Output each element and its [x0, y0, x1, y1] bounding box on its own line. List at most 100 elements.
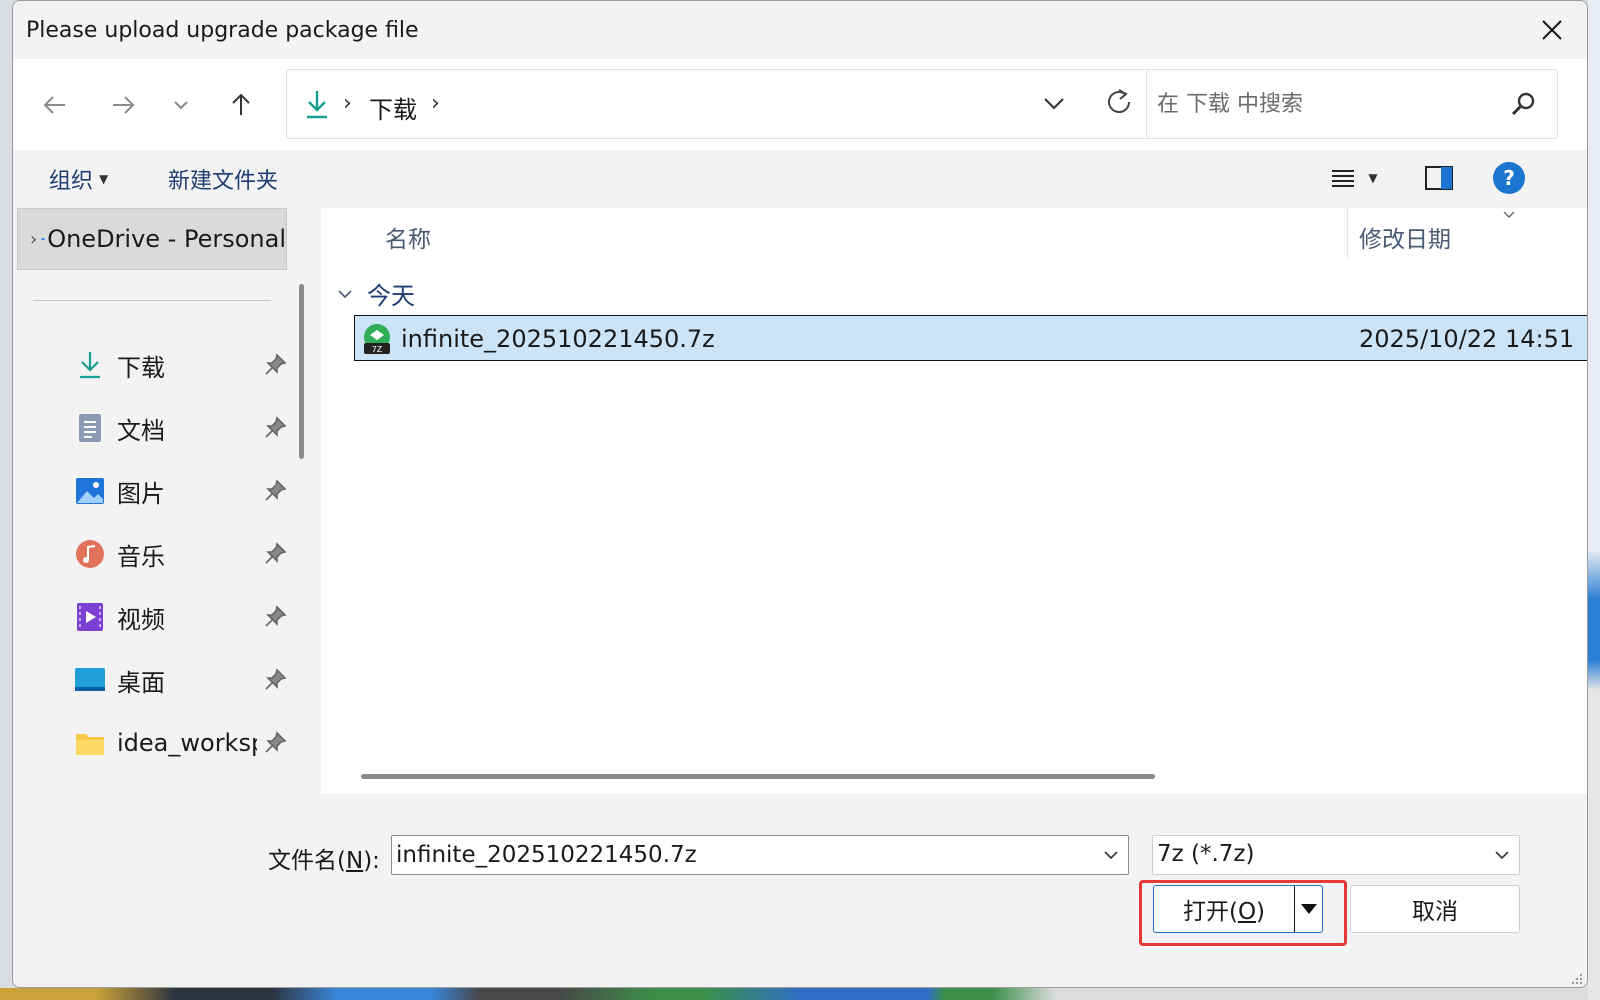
file-name: infinite_202510221450.7z: [401, 325, 715, 353]
close-icon: [1542, 20, 1562, 40]
sidebar-divider: [33, 300, 271, 301]
recent-locations-button[interactable]: [159, 83, 203, 127]
music-icon: [73, 537, 107, 571]
taskbar-background: [0, 988, 1600, 1000]
sidebar-item-videos[interactable]: 视频: [73, 592, 287, 642]
address-history-dropdown-icon[interactable]: [1039, 88, 1069, 118]
title-bar: Please upload upgrade package file: [13, 1, 1587, 59]
pin-icon[interactable]: [263, 542, 287, 566]
group-header-today[interactable]: 今天: [335, 276, 415, 311]
caret-down-icon: ▼: [1368, 171, 1378, 185]
breadcrumb-separator[interactable]: ›: [343, 91, 352, 116]
preview-pane-button[interactable]: [1421, 160, 1457, 196]
sidebar-item-label: idea_workspace: [117, 729, 257, 757]
search-box[interactable]: [1146, 69, 1558, 139]
sidebar-item-downloads[interactable]: 下载: [73, 340, 287, 390]
pin-icon[interactable]: [263, 668, 287, 692]
chevron-down-icon[interactable]: [1102, 846, 1120, 864]
sidebar-item-label: 下载: [117, 353, 165, 382]
breadcrumb-separator[interactable]: ›: [431, 91, 440, 116]
column-header-date-modified[interactable]: 修改日期: [1359, 220, 1451, 254]
preview-pane-icon: [1425, 166, 1453, 190]
folder-icon: [73, 726, 107, 760]
caret-down-icon: ▼: [99, 172, 109, 186]
sidebar-item-label: 桌面: [117, 668, 165, 697]
svg-text:7Z: 7Z: [372, 345, 383, 354]
sidebar-item-music[interactable]: 音乐: [73, 529, 287, 579]
group-label: 今天: [367, 282, 415, 310]
forward-button[interactable]: [101, 83, 145, 127]
organize-menu-button[interactable]: 组织 ▼: [49, 163, 108, 195]
document-icon: [73, 411, 107, 445]
column-divider[interactable]: [1347, 208, 1348, 258]
sidebar-item-onedrive[interactable]: › OneDrive - Personal: [17, 208, 287, 270]
address-bar[interactable]: › 下载 ›: [286, 69, 1156, 139]
pin-icon[interactable]: [263, 605, 287, 629]
breadcrumb-downloads[interactable]: 下载: [369, 90, 417, 125]
column-header-name[interactable]: 名称: [385, 220, 431, 254]
pin-icon[interactable]: [263, 416, 287, 440]
sidebar-item-folder-partial[interactable]: [73, 781, 287, 794]
search-icon[interactable]: [1509, 90, 1537, 118]
video-icon: [73, 600, 107, 634]
up-button[interactable]: [219, 83, 263, 127]
sort-chevron-icon: [1503, 211, 1515, 218]
sidebar-item-pictures[interactable]: 图片: [73, 466, 287, 516]
dialog-footer: 文件名(N): 7z (*.7z) 打开(O) 取消: [13, 794, 1587, 987]
download-icon: [73, 348, 107, 382]
caret-down-icon: [1300, 904, 1317, 914]
file-type-select[interactable]: 7z (*.7z): [1152, 835, 1520, 875]
file-modified-date: 2025/10/22 14:51: [1359, 325, 1575, 353]
list-view-icon: [1332, 170, 1354, 187]
open-options-dropdown[interactable]: [1295, 903, 1322, 915]
sidebar-item-label: 文档: [117, 416, 165, 445]
resize-grip-icon[interactable]: [1569, 971, 1583, 985]
horizontal-scrollbar[interactable]: [361, 774, 1155, 779]
sidebar-item-documents[interactable]: 文档: [73, 403, 287, 453]
close-button[interactable]: [1517, 1, 1587, 59]
pin-icon[interactable]: [263, 353, 287, 377]
file-list: 名称 修改日期 今天 7Z infinite_202510221450.7z 2…: [321, 208, 1587, 794]
open-button[interactable]: 打开(O): [1153, 885, 1323, 933]
file-type-value: 7z (*.7z): [1157, 841, 1255, 867]
desktop-icon: [73, 663, 107, 697]
refresh-icon[interactable]: [1105, 86, 1135, 118]
arrow-left-icon: [43, 96, 65, 114]
back-button[interactable]: [33, 83, 77, 127]
chevron-down-icon: [338, 289, 352, 298]
organize-label: 组织: [49, 169, 94, 194]
view-options-button[interactable]: [1325, 160, 1361, 196]
arrow-right-icon: [113, 96, 135, 114]
pin-icon[interactable]: [263, 731, 287, 755]
download-icon: [307, 91, 327, 119]
pin-icon[interactable]: [263, 479, 287, 503]
navigation-bar: › 下载 ›: [13, 59, 1587, 150]
pictures-icon: [73, 474, 107, 508]
search-input[interactable]: [1157, 86, 1487, 122]
onedrive-cloud-icon: [41, 237, 46, 240]
view-options-dropdown[interactable]: ▼: [1363, 160, 1383, 196]
file-open-dialog: Please upload upgrade package file › 下载 …: [12, 0, 1588, 988]
chevron-down-icon: [1495, 851, 1509, 860]
navigation-pane: › OneDrive - Personal 下载 文档 图片 音乐 视频 桌面 …: [13, 208, 311, 794]
cancel-button[interactable]: 取消: [1350, 885, 1520, 933]
file-name-input[interactable]: [396, 840, 1086, 870]
svg-text:?: ?: [1503, 166, 1515, 190]
sidebar-scrollbar[interactable]: [299, 284, 304, 459]
help-button[interactable]: ?: [1491, 160, 1527, 196]
new-folder-button[interactable]: 新建文件夹: [168, 163, 278, 195]
sidebar-item-label: 音乐: [117, 542, 165, 571]
sidebar-item-label: 图片: [117, 479, 165, 508]
file-row[interactable]: 7Z infinite_202510221450.7z 2025/10/22 1…: [354, 315, 1587, 361]
new-folder-label: 新建文件夹: [168, 169, 279, 194]
file-name-combobox[interactable]: [391, 835, 1129, 875]
sidebar-item-desktop[interactable]: 桌面: [73, 655, 287, 705]
chevron-right-icon[interactable]: ›: [30, 229, 37, 250]
dialog-title: Please upload upgrade package file: [26, 18, 419, 43]
sidebar-item-idea-workspace[interactable]: idea_workspace: [73, 718, 287, 768]
open-button-label: 打开(O): [1182, 899, 1266, 925]
sidebar-item-label: OneDrive - Personal: [47, 225, 286, 253]
7z-archive-icon: 7Z: [364, 324, 390, 354]
file-name-label: 文件名(N):: [268, 848, 380, 874]
chevron-down-icon: [174, 101, 188, 110]
